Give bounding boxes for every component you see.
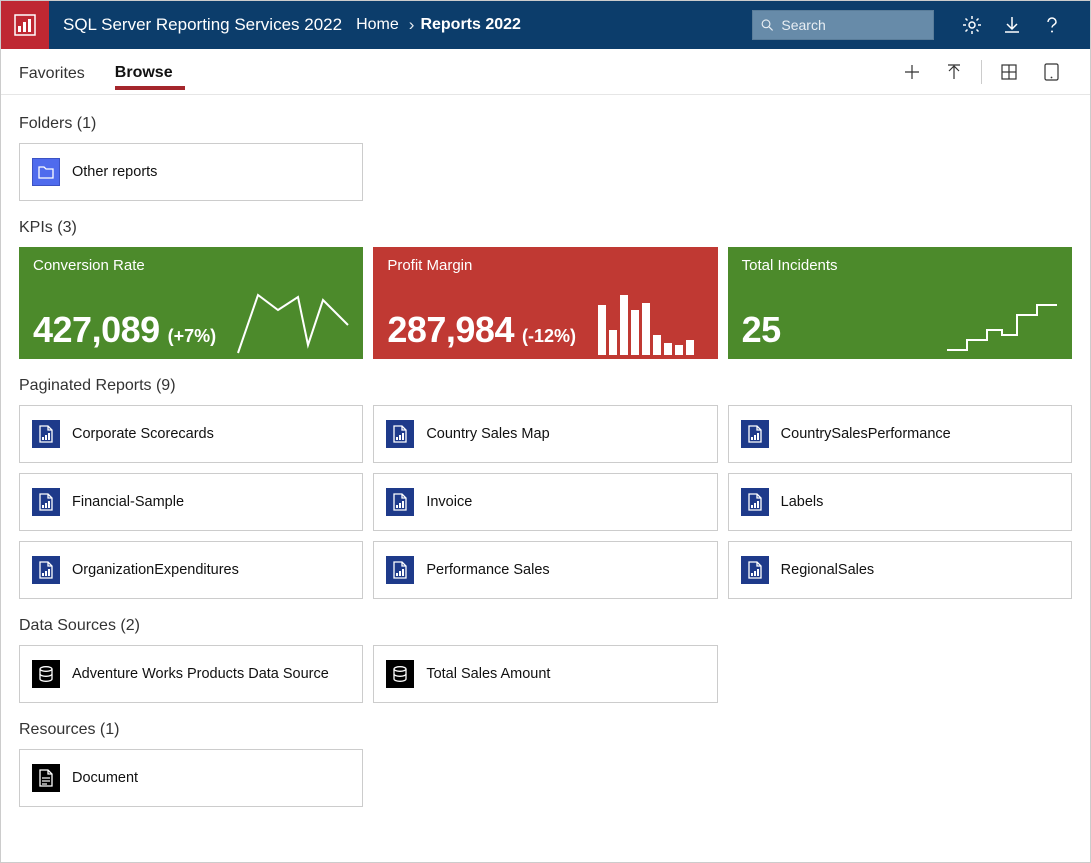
kpi-value: 25 xyxy=(742,309,781,351)
kpi-delta: (+7%) xyxy=(168,326,217,347)
item-label: Invoice xyxy=(426,494,472,510)
sparkline-icon xyxy=(233,275,353,355)
section-title-folders: Folders (1) xyxy=(19,115,1072,133)
header-actions xyxy=(952,1,1090,49)
report-icon xyxy=(741,488,769,516)
report-icon xyxy=(386,420,414,448)
help-icon xyxy=(1042,15,1062,35)
search-input[interactable] xyxy=(779,16,925,34)
kpi-grid: Conversion Rate 427,089 (+7%) Profit Mar… xyxy=(19,247,1072,359)
kpi-tile-conversion-rate[interactable]: Conversion Rate 427,089 (+7%) xyxy=(19,247,363,359)
folders-grid: Other reports xyxy=(19,143,1072,201)
tab-browse[interactable]: Browse xyxy=(115,54,185,90)
item-label: OrganizationExpenditures xyxy=(72,562,239,578)
list-item[interactable]: Corporate Scorecards xyxy=(19,405,363,463)
kpi-delta: (-12%) xyxy=(522,326,576,347)
list-item[interactable]: Country Sales Map xyxy=(373,405,717,463)
document-icon xyxy=(32,764,60,792)
list-item[interactable]: Adventure Works Products Data Source xyxy=(19,645,363,703)
report-icon xyxy=(32,488,60,516)
report-icon xyxy=(741,420,769,448)
plus-icon xyxy=(903,63,921,81)
database-icon xyxy=(32,660,60,688)
kpi-value-row: 25 xyxy=(742,309,789,351)
search-box[interactable] xyxy=(752,10,934,40)
new-button[interactable] xyxy=(891,49,933,95)
toolbar-divider xyxy=(981,60,982,84)
list-item[interactable]: OrganizationExpenditures xyxy=(19,541,363,599)
item-label: Country Sales Map xyxy=(426,426,549,442)
upload-button[interactable] xyxy=(933,49,975,95)
resources-grid: Document xyxy=(19,749,1072,807)
app-header: SQL Server Reporting Services 2022 Home … xyxy=(1,1,1090,49)
report-icon xyxy=(32,556,60,584)
folder-icon xyxy=(32,158,60,186)
gear-icon xyxy=(962,15,982,35)
item-label: Total Sales Amount xyxy=(426,666,550,682)
tab-favorites[interactable]: Favorites xyxy=(19,55,97,89)
item-label: Performance Sales xyxy=(426,562,549,578)
tabs-row: Favorites Browse xyxy=(1,49,1090,95)
folder-tile[interactable]: Other reports xyxy=(19,143,363,201)
item-label: Financial-Sample xyxy=(72,494,184,510)
item-label: RegionalSales xyxy=(781,562,875,578)
list-item[interactable]: Labels xyxy=(728,473,1072,531)
report-icon xyxy=(32,420,60,448)
view-details-button[interactable] xyxy=(1030,49,1072,95)
chart-logo-icon xyxy=(14,14,36,36)
report-icon xyxy=(386,556,414,584)
breadcrumb-current: Reports 2022 xyxy=(420,16,521,34)
list-item[interactable]: Document xyxy=(19,749,363,807)
item-label: CountrySalesPerformance xyxy=(781,426,951,442)
step-chart-icon xyxy=(942,295,1062,355)
tablet-icon xyxy=(1043,62,1060,82)
folder-label: Other reports xyxy=(72,164,157,180)
kpi-tile-profit-margin[interactable]: Profit Margin 287,984 (-12%) xyxy=(373,247,717,359)
toolbar-right xyxy=(891,49,1072,95)
content: Folders (1) Other reports KPIs (3) Conve… xyxy=(1,95,1090,849)
report-icon xyxy=(386,488,414,516)
kpi-tile-total-incidents[interactable]: Total Incidents 25 xyxy=(728,247,1072,359)
list-item[interactable]: Invoice xyxy=(373,473,717,531)
kpi-value-row: 287,984 (-12%) xyxy=(387,309,576,351)
grid-icon xyxy=(1000,63,1018,81)
search-icon xyxy=(761,18,773,32)
settings-button[interactable] xyxy=(952,1,992,49)
upload-icon xyxy=(945,63,963,81)
datasources-grid: Adventure Works Products Data Source Tota… xyxy=(19,645,1072,703)
list-item[interactable]: Financial-Sample xyxy=(19,473,363,531)
report-icon xyxy=(741,556,769,584)
list-item[interactable]: Performance Sales xyxy=(373,541,717,599)
view-tiles-button[interactable] xyxy=(988,49,1030,95)
kpi-title: Profit Margin xyxy=(387,257,703,274)
section-title-kpis: KPIs (3) xyxy=(19,219,1072,237)
kpi-value: 287,984 xyxy=(387,309,514,351)
kpi-title: Conversion Rate xyxy=(33,257,349,274)
item-label: Labels xyxy=(781,494,824,510)
list-item[interactable]: RegionalSales xyxy=(728,541,1072,599)
download-button[interactable] xyxy=(992,1,1032,49)
list-item[interactable]: CountrySalesPerformance xyxy=(728,405,1072,463)
database-icon xyxy=(386,660,414,688)
list-item[interactable]: Total Sales Amount xyxy=(373,645,717,703)
section-title-resources: Resources (1) xyxy=(19,721,1072,739)
kpi-value: 427,089 xyxy=(33,309,160,351)
chevron-right-icon: › xyxy=(403,15,421,35)
app-logo[interactable] xyxy=(1,1,49,49)
kpi-title: Total Incidents xyxy=(742,257,1058,274)
section-title-paginated: Paginated Reports (9) xyxy=(19,377,1072,395)
item-label: Document xyxy=(72,770,138,786)
paginated-reports-grid: Corporate Scorecards Country Sales Map Cou… xyxy=(19,405,1072,599)
breadcrumb: Home › Reports 2022 xyxy=(356,15,521,35)
section-title-datasources: Data Sources (2) xyxy=(19,617,1072,635)
item-label: Adventure Works Products Data Source xyxy=(72,666,329,682)
kpi-value-row: 427,089 (+7%) xyxy=(33,309,216,351)
app-title: SQL Server Reporting Services 2022 xyxy=(49,15,356,35)
item-label: Corporate Scorecards xyxy=(72,426,214,442)
help-button[interactable] xyxy=(1032,1,1072,49)
breadcrumb-home[interactable]: Home xyxy=(356,16,403,34)
download-icon xyxy=(1002,15,1022,35)
bar-chart-icon xyxy=(598,275,708,355)
